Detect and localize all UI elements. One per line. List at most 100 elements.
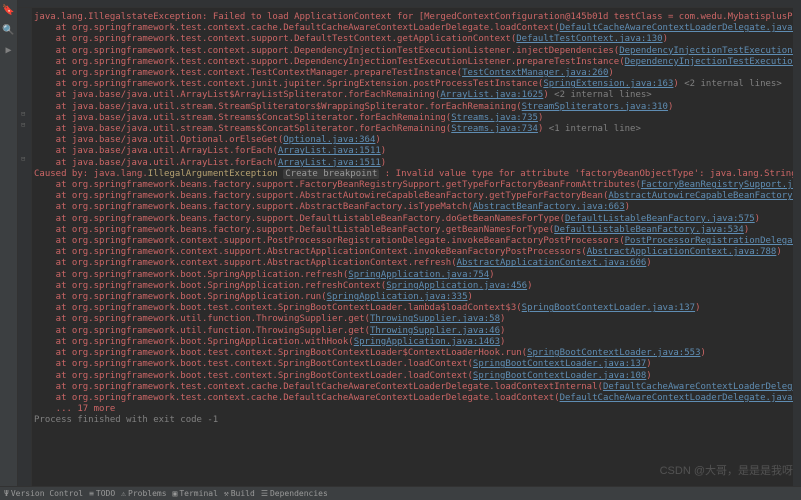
terminal-icon: ▣ (173, 489, 178, 498)
collapsed-frames[interactable]: <2 internal lines> (549, 90, 652, 100)
console-line: at org.springframework.test.context.supp… (34, 46, 793, 57)
status-bar: Ψ Version Control ≡ TODO ⚠ Problems ▣ Te… (0, 486, 801, 500)
source-link[interactable]: SpringExtension.java:163 (543, 79, 673, 89)
stack-frame: at org.springframework.test.context.cach… (34, 23, 560, 33)
console-line: at org.springframework.beans.factory.sup… (34, 202, 793, 213)
source-link[interactable]: DefaultCacheAwareContextLoaderDelegate.j… (560, 393, 793, 403)
source-link[interactable]: SpringApplication.java:456 (386, 281, 527, 291)
branch-icon: Ψ (4, 489, 9, 498)
stack-frame: at org.springframework.context.support.A… (34, 258, 457, 268)
run-icon[interactable]: ▶ (0, 40, 17, 60)
console-line: at org.springframework.boot.test.context… (34, 371, 793, 382)
top-bar (18, 0, 793, 8)
source-link[interactable]: Optional.java:364 (283, 135, 375, 145)
source-link[interactable]: SpringBootContextLoader.java:108 (473, 371, 646, 381)
console-line: at org.springframework.test.context.cach… (34, 382, 793, 393)
console-line: at java.base/java.util.Optional.orElseGe… (34, 135, 793, 146)
source-link[interactable]: DefaultListableBeanFactory.java:534 (554, 225, 744, 235)
console-line: at org.springframework.boot.SpringApplic… (34, 292, 793, 303)
exception-msg: : Failed to load ApplicationContext for … (202, 12, 793, 22)
console-line: at org.springframework.beans.factory.sup… (34, 214, 793, 225)
source-link[interactable]: StreamSpliterators.java:310 (522, 102, 668, 112)
stack-frame: at java.base/java.util.stream.Streams$Co… (34, 124, 451, 134)
source-link[interactable]: DefaultCacheAwareContextLoaderDelegate.j… (603, 382, 793, 392)
status-version-control[interactable]: Ψ Version Control (4, 489, 83, 498)
caused-by-label: Caused by: java.lang. (34, 169, 148, 179)
stack-frame: at java.base/java.util.ArrayList.forEach… (34, 146, 278, 156)
source-link[interactable]: FactoryBeanRegistrySupport.java:86 (641, 180, 793, 190)
stack-frame: at org.springframework.boot.SpringApplic… (34, 292, 327, 302)
search-icon[interactable]: 🔍 (0, 20, 17, 40)
collapsed-frames[interactable]: <2 internal lines> (679, 79, 782, 89)
stack-frame: at org.springframework.boot.test.context… (34, 348, 527, 358)
stack-frame: at org.springframework.test.context.Test… (34, 68, 462, 78)
console-line: at java.base/java.util.stream.Streams$Co… (34, 124, 793, 135)
source-link[interactable]: DependencyInjectionTestExecutionListener… (619, 46, 793, 56)
source-link[interactable]: DependencyInjectionTestExecutionListener… (625, 57, 793, 67)
fold-marker-icon[interactable]: ⊟ (21, 110, 25, 118)
status-label: Terminal (179, 489, 218, 498)
watermark: CSDN @大哥，是是是我呀 (660, 462, 793, 478)
source-link[interactable]: ThrowingSupplier.java:58 (370, 314, 500, 324)
source-link[interactable]: AbstractAutowireCapableBeanFactory.java:… (608, 191, 793, 201)
console-line: at org.springframework.boot.SpringApplic… (34, 281, 793, 292)
console-line: at java.base/java.util.ArrayList.forEach… (34, 146, 793, 157)
source-link[interactable]: DefaultListableBeanFactory.java:575 (565, 214, 755, 224)
console-line: at org.springframework.test.context.Test… (34, 68, 793, 79)
stack-frame: at org.springframework.context.support.P… (34, 236, 625, 246)
status-problems[interactable]: ⚠ Problems (121, 489, 166, 498)
status-label: Dependencies (270, 489, 328, 498)
create-breakpoint-hint[interactable]: Create breakpoint (283, 169, 379, 179)
status-build[interactable]: ⚒ Build (224, 489, 255, 498)
source-link[interactable]: Streams.java:735 (451, 113, 538, 123)
caused-by-msg: : Invalid value type for attribute 'fact… (379, 169, 793, 179)
status-label: TODO (96, 489, 115, 498)
stack-frame: at org.springframework.context.support.A… (34, 247, 587, 257)
fold-marker-icon[interactable]: ⊟ (21, 155, 25, 163)
stack-frame: at org.springframework.beans.factory.sup… (34, 180, 641, 190)
stack-frame: at java.base/java.util.Optional.orElseGe… (34, 135, 283, 145)
stack-frame: at org.springframework.boot.SpringApplic… (34, 281, 386, 291)
stack-frame: at org.springframework.test.context.cach… (34, 393, 560, 403)
source-link[interactable]: TestContextManager.java:260 (462, 68, 608, 78)
source-link[interactable]: AbstractBeanFactory.java:663 (473, 202, 625, 212)
stack-frame: at org.springframework.test.context.supp… (34, 34, 516, 44)
status-todo[interactable]: ≡ TODO (89, 489, 115, 498)
stack-frame: at org.springframework.util.function.Thr… (34, 326, 370, 336)
source-link[interactable]: AbstractApplicationContext.java:788 (587, 247, 777, 257)
deps-icon: ☰ (261, 489, 268, 498)
console-output: java.lang.IllegalstateException: Failed … (32, 8, 793, 486)
stack-frame: at org.springframework.beans.factory.sup… (34, 225, 554, 235)
source-link[interactable]: SpringApplication.java:754 (348, 270, 489, 280)
bookmark-icon[interactable]: 🔖 (0, 0, 17, 20)
status-terminal[interactable]: ▣ Terminal (173, 489, 218, 498)
status-dependencies[interactable]: ☰ Dependencies (261, 489, 328, 498)
source-link[interactable]: DefaultCacheAwareContextLoaderDelegate.j… (560, 23, 793, 33)
caused-by-exception[interactable]: IllegalArgumentException (148, 169, 278, 179)
fold-marker-icon[interactable]: ⊟ (21, 121, 25, 129)
source-link[interactable]: ArrayList.java:1511 (278, 158, 381, 168)
source-link[interactable]: SpringApplication.java:335 (327, 292, 468, 302)
console-line: at org.springframework.test.context.cach… (34, 23, 793, 34)
source-link[interactable]: ArrayList.java:1511 (278, 146, 381, 156)
console-panel: ⊟ ⊟ ⊟ java.lang.IllegalstateException: F… (18, 8, 793, 486)
source-link[interactable]: SpringBootContextLoader.java:137 (473, 359, 646, 369)
console-line: java.lang.IllegalstateException: Failed … (34, 12, 793, 23)
console-line: at org.springframework.test.context.juni… (34, 79, 793, 90)
source-link[interactable]: SpringBootContextLoader.java:553 (527, 348, 700, 358)
console-line: at org.springframework.boot.SpringApplic… (34, 337, 793, 348)
collapsed-frames[interactable]: <1 internal line> (543, 124, 641, 134)
status-label: Build (231, 489, 255, 498)
source-link[interactable]: SpringBootContextLoader.java:137 (522, 303, 695, 313)
stack-frame: at org.springframework.test.context.supp… (34, 46, 619, 56)
source-link[interactable]: ThrowingSupplier.java:46 (370, 326, 500, 336)
source-link[interactable]: AbstractApplicationContext.java:606 (457, 258, 647, 268)
problems-icon: ⚠ (121, 489, 126, 498)
source-link[interactable]: ArrayList.java:1625 (440, 90, 543, 100)
source-link[interactable]: SpringApplication.java:1463 (354, 337, 500, 347)
console-line: at org.springframework.test.context.supp… (34, 34, 793, 45)
source-link[interactable]: PostProcessorRegistrationDelegate.java:1… (625, 236, 793, 246)
source-link[interactable]: DefaultTestContext.java:130 (516, 34, 662, 44)
source-link[interactable]: Streams.java:734 (451, 124, 538, 134)
stack-frame: at org.springframework.boot.test.context… (34, 303, 522, 313)
